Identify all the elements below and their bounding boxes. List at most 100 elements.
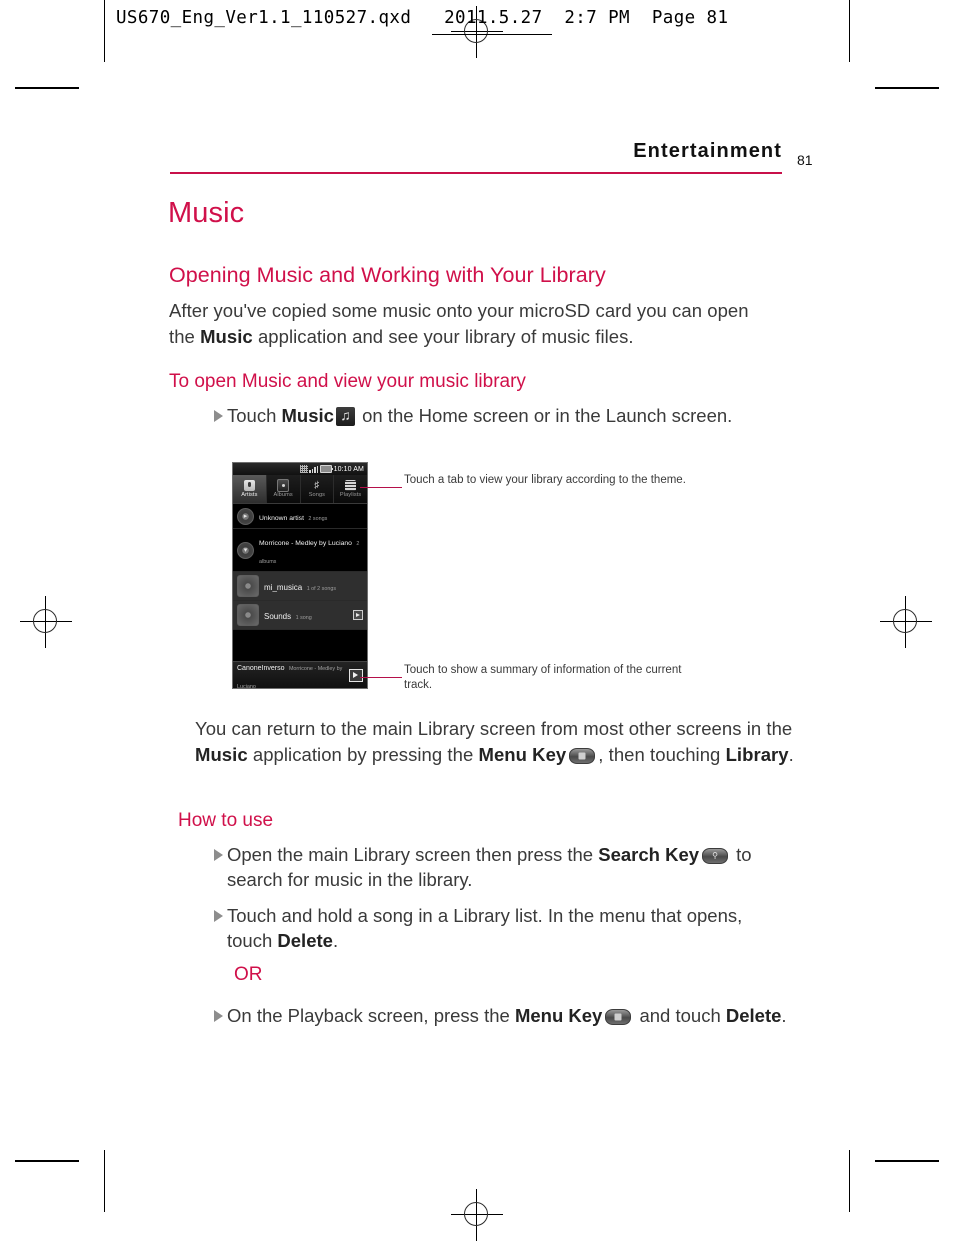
list-item-text: Morricone - Medley by Luciano 2 albums [259, 532, 363, 568]
tab-artists[interactable]: Artists [233, 475, 267, 503]
bullet-touch-and-hold-text: Touch and hold a song in a Library list.… [227, 903, 754, 953]
bullet-touch-and-hold: Touch and hold a song in a Library list.… [214, 903, 754, 953]
touch-music-bold: Music [281, 405, 334, 426]
return-text-3: , then touching [598, 744, 726, 765]
touch-hold-bold-delete: Delete [277, 930, 333, 951]
tab-artists-label: Artists [241, 491, 258, 498]
tab-songs-label: Songs [308, 491, 326, 498]
list-item-text: mi_musica 1 of 2 songs [264, 577, 363, 595]
section-name: Entertainment [633, 140, 782, 162]
open-lib-bold-search-key: Search Key [598, 844, 700, 865]
running-header: Entertainment [170, 140, 782, 163]
status-bar-icons [299, 465, 334, 473]
list-item[interactable]: mi_musica 1 of 2 songs [233, 572, 367, 601]
return-text-2: application by pressing the [247, 744, 479, 765]
open-lib-text-1: Open the main Library screen then press … [227, 844, 599, 865]
registration-mark-bottom [451, 1189, 503, 1241]
playback-text-2: and touch [634, 1005, 726, 1026]
now-playing-bar[interactable]: CanoneInverso Morricone - Medley by Luci… [233, 661, 367, 688]
list-item-text: Sounds 1 song [264, 606, 353, 624]
list-item[interactable]: ▸ Unknown artist 2 songs [233, 504, 367, 529]
print-file-header-text: US670_Eng_Ver1.1_110527.qxd 2011.5.27 2:… [116, 8, 729, 28]
list-item[interactable]: Sounds 1 song [233, 601, 367, 630]
bullet-triangle-icon [214, 410, 223, 422]
crop-mark-vertical-bottom-right [849, 1150, 850, 1212]
bullet-open-library-text: Open the main Library screen then press … [227, 842, 784, 892]
search-key-icon: ⚲ [702, 848, 729, 864]
list-item-title: Morricone - Medley by Luciano [259, 540, 352, 547]
library-tab-bar: Artists Albums ♯ Songs Playlists [233, 475, 367, 504]
list-item-title: Sounds [264, 612, 292, 621]
header-rule [170, 172, 782, 174]
microphone-icon [243, 480, 255, 492]
touch-music-text-1: Touch [227, 405, 282, 426]
bullet-triangle-icon [214, 910, 223, 922]
playback-text-1: On the Playback screen, press the [227, 1005, 515, 1026]
bullet-touch-music-text: Touch Music on the Home screen or in the… [227, 403, 754, 428]
tab-songs[interactable]: ♯ Songs [301, 475, 335, 503]
network-grid-icon [299, 465, 308, 473]
crop-mark-bottom-left-horizontal [15, 1160, 79, 1162]
return-text-1: You can return to the main Library scree… [195, 718, 793, 739]
now-playing-title: CanoneInverso [237, 665, 285, 672]
bullet-touch-music: Touch Music on the Home screen or in the… [214, 403, 754, 428]
crop-mark-bottom-right-horizontal [875, 1160, 939, 1162]
crop-mark-top-left-horizontal [15, 87, 79, 89]
signal-strength-icon [309, 465, 319, 473]
playback-bold-menu-key: Menu Key [514, 1005, 603, 1026]
intro-bold-music: Music [200, 326, 253, 347]
print-header-underline [432, 34, 552, 35]
playback-text-3: . [781, 1005, 787, 1026]
album-art-icon [237, 575, 259, 597]
bullet-open-library: Open the main Library screen then press … [214, 842, 784, 892]
battery-icon [319, 465, 334, 473]
intro-text-2: application and see your library of musi… [252, 326, 634, 347]
paragraph-intro: After you've copied some music onto your… [169, 298, 769, 350]
list-item-subtitle: 1 song [295, 615, 312, 621]
list-item-subtitle: 2 songs [308, 516, 328, 522]
registration-mark-left [20, 596, 72, 648]
heading-opening-music: Opening Music and Working with Your Libr… [169, 263, 606, 287]
bullet-playback-screen-text: On the Playback screen, press the Menu K… [227, 1003, 794, 1028]
touch-music-text-2: on the Home screen or in the Launch scre… [356, 405, 733, 426]
phone-status-bar: 10:10 AM [233, 463, 367, 475]
bullet-triangle-icon [214, 849, 223, 861]
chevron-right-icon: ▸ [237, 507, 254, 525]
playback-info-icon[interactable] [349, 668, 363, 682]
touch-hold-text-2: . [332, 930, 339, 951]
crop-mark-top-right-horizontal [875, 87, 939, 89]
callout-track-summary-description: Touch to show a summary of information o… [404, 664, 682, 691]
list-item-text: Unknown artist 2 songs [259, 507, 363, 525]
album-art-icon [237, 604, 259, 626]
list-item-subtitle: 1 of 2 songs [306, 586, 337, 592]
list-icon [345, 480, 357, 492]
chevron-down-icon: ▾ [237, 541, 254, 559]
tab-albums[interactable]: Albums [267, 475, 301, 503]
now-playing-text: CanoneInverso Morricone - Medley by Luci… [237, 657, 349, 688]
callout-tab-description: Touch a tab to view your library accordi… [404, 474, 686, 486]
bullet-playback-screen: On the Playback screen, press the Menu K… [214, 1003, 794, 1028]
heading-to-open-music: To open Music and view your music librar… [169, 371, 526, 392]
status-bar-clock: 10:10 AM [333, 465, 364, 473]
music-note-icon: ♯ [314, 480, 320, 492]
now-playing-indicator-icon [353, 610, 363, 620]
return-bold-library: Library [725, 744, 789, 765]
page-title: Music [168, 197, 245, 229]
tab-playlists[interactable]: Playlists [334, 475, 367, 503]
page-number: 81 [797, 152, 813, 168]
bullet-triangle-icon [214, 1010, 223, 1022]
callout-leader-line [360, 677, 402, 679]
callout-leader-line [360, 487, 402, 489]
music-app-icon [335, 405, 355, 426]
library-list: ▸ Unknown artist 2 songs ▾ Morricone - M… [233, 504, 367, 676]
phone-screenshot: 10:10 AM Artists Albums ♯ Songs Playlist… [232, 462, 368, 689]
paragraph-return-to-library: You can return to the main Library scree… [195, 716, 795, 768]
tab-albums-label: Albums [273, 491, 293, 498]
disc-icon [277, 479, 290, 493]
list-item-title: mi_musica [264, 583, 303, 592]
menu-key-icon [605, 1009, 632, 1025]
return-text-4: . [788, 744, 794, 765]
menu-key-icon [569, 748, 596, 764]
list-item[interactable]: ▾ Morricone - Medley by Luciano 2 albums [233, 529, 367, 572]
registration-mark-right [880, 596, 932, 648]
